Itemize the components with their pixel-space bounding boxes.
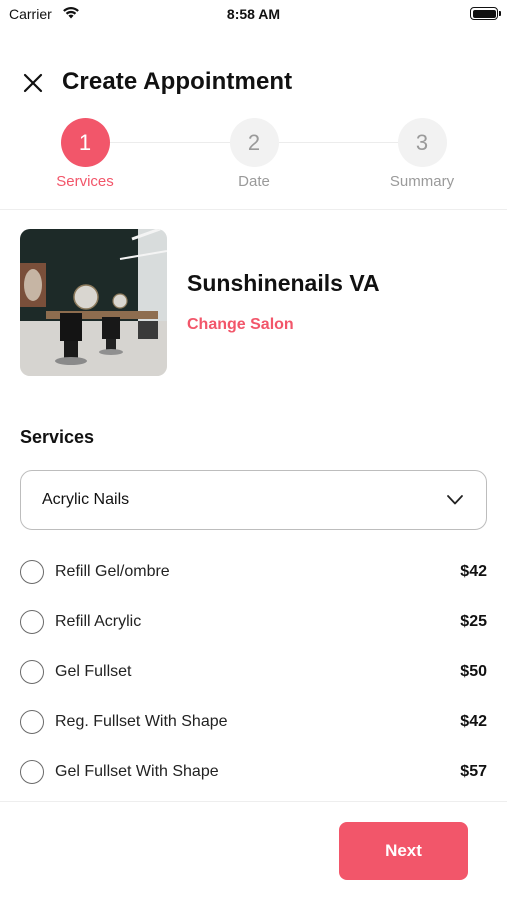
radio-button[interactable] <box>20 760 44 784</box>
service-name: Gel Fullset <box>55 663 132 680</box>
service-name: Reg. Fullset With Shape <box>55 713 228 730</box>
service-name: Refill Acrylic <box>55 613 142 630</box>
next-button[interactable]: Next <box>339 822 468 880</box>
step-summary[interactable]: 3 Summary <box>367 118 477 190</box>
status-bar: Carrier 8:58 AM <box>0 0 507 30</box>
radio-button[interactable] <box>20 660 44 684</box>
service-option[interactable]: Gel Fullset $50 <box>0 647 507 697</box>
service-option[interactable]: Reg. Fullset With Shape $42 <box>0 697 507 747</box>
service-price: $50 <box>460 663 487 680</box>
step-date[interactable]: 2 Date <box>199 118 309 190</box>
progress-stepper: 1 Services 2 Date 3 Summary <box>0 118 507 198</box>
change-salon-link[interactable]: Change Salon <box>187 316 294 334</box>
battery-cap <box>499 11 501 16</box>
clock: 8:58 AM <box>226 6 281 22</box>
chevron-down-icon <box>446 491 464 514</box>
service-option[interactable]: Refill Acrylic $25 <box>0 597 507 647</box>
step-services[interactable]: 1 Services <box>30 118 140 190</box>
service-option[interactable]: Refill Gel/ombre $42 <box>0 547 507 597</box>
radio-button[interactable] <box>20 560 44 584</box>
service-price: $25 <box>460 613 487 630</box>
service-price: $42 <box>460 713 487 730</box>
dropdown-selected-value: Acrylic Nails <box>42 491 130 508</box>
radio-button[interactable] <box>20 610 44 634</box>
footer-divider <box>0 801 507 802</box>
step-label: Services <box>56 173 114 190</box>
close-icon[interactable] <box>18 68 48 98</box>
step-label: Date <box>238 173 270 190</box>
services-heading: Services <box>20 427 95 447</box>
step-number-circle: 2 <box>229 118 279 167</box>
service-category-dropdown[interactable]: Acrylic Nails <box>20 470 487 530</box>
radio-button[interactable] <box>20 710 44 734</box>
battery-icon <box>470 7 498 20</box>
service-option[interactable]: Gel Fullset With Shape $57 <box>0 747 507 797</box>
salon-photo <box>20 229 167 376</box>
step-number-circle: 3 <box>397 118 447 167</box>
page-title: Create Appointment <box>62 68 293 95</box>
service-name: Gel Fullset With Shape <box>55 763 219 780</box>
service-list: Refill Gel/ombre $42 Refill Acrylic $25 … <box>0 547 507 797</box>
step-label: Summary <box>389 173 455 190</box>
service-price: $42 <box>460 563 487 580</box>
salon-name: Sunshinenails VA <box>187 270 380 296</box>
stepper-divider <box>0 209 507 210</box>
header: Create Appointment <box>0 60 507 104</box>
service-name: Refill Gel/ombre <box>55 563 170 580</box>
service-price: $57 <box>460 763 487 780</box>
step-number-circle: 1 <box>60 118 110 167</box>
